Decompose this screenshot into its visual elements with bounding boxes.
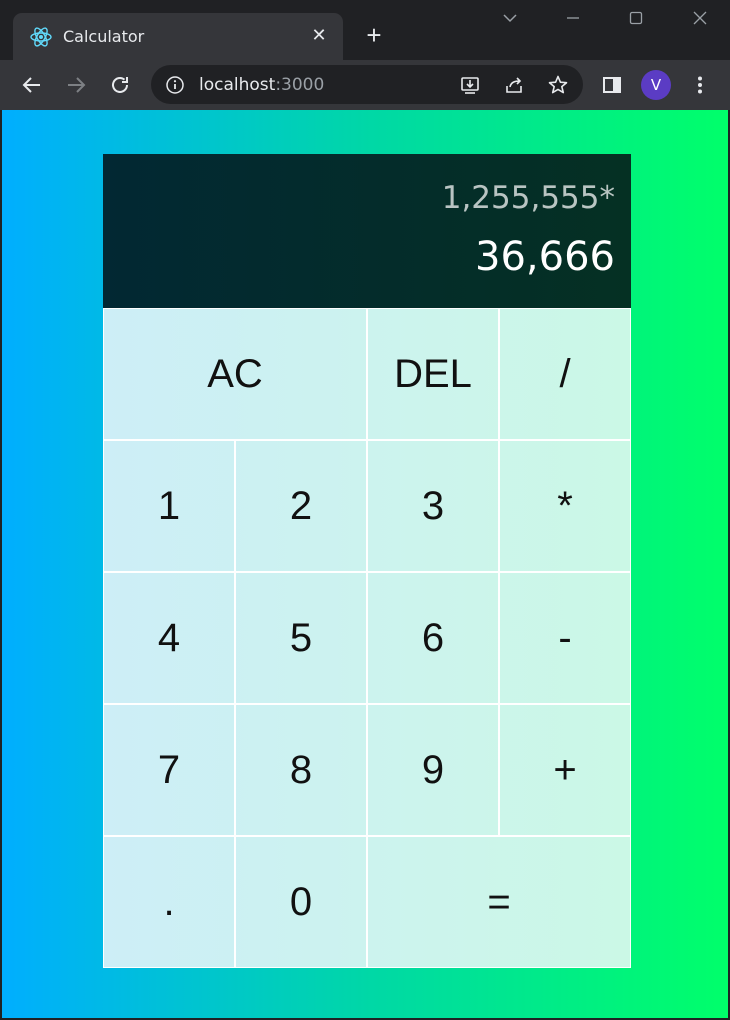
forward-arrow-icon[interactable] [62,71,90,99]
subtract-button[interactable]: - [499,572,631,704]
tab-strip: Calculator ✕ + [0,0,730,60]
digit-7-button[interactable]: 7 [103,704,235,836]
tab-calculator[interactable]: Calculator ✕ [13,13,343,60]
page-viewport: 1,255,555* 36,666 AC DEL / 1 2 3 * 4 5 6… [2,110,728,1018]
delete-button[interactable]: DEL [367,308,499,440]
url-text: localhost:3000 [199,75,324,95]
equals-button[interactable]: = [367,836,631,968]
reload-icon[interactable] [106,71,134,99]
multiply-button[interactable]: * [499,440,631,572]
side-panel-icon[interactable] [598,71,626,99]
digit-9-button[interactable]: 9 [367,704,499,836]
maximize-icon[interactable] [618,8,654,36]
bookmark-star-icon[interactable] [544,71,572,99]
digit-5-button[interactable]: 5 [235,572,367,704]
close-window-icon[interactable] [682,8,718,36]
digit-8-button[interactable]: 8 [235,704,367,836]
more-menu-icon[interactable] [686,71,714,99]
decimal-button[interactable]: . [103,836,235,968]
share-icon[interactable] [500,71,528,99]
digit-0-button[interactable]: 0 [235,836,367,968]
close-tab-icon[interactable]: ✕ [307,23,331,47]
keypad: AC DEL / 1 2 3 * 4 5 6 - 7 8 9 + . 0 = [103,308,631,968]
tab-search-chevron-icon[interactable] [492,8,528,36]
all-clear-button[interactable]: AC [103,308,367,440]
add-button[interactable]: + [499,704,631,836]
new-tab-button[interactable]: + [360,22,388,50]
digit-6-button[interactable]: 6 [367,572,499,704]
digit-1-button[interactable]: 1 [103,440,235,572]
divide-button[interactable]: / [499,308,631,440]
browser-toolbar: localhost:3000 V [0,60,730,110]
react-logo-icon [30,27,52,47]
calculator: 1,255,555* 36,666 AC DEL / 1 2 3 * 4 5 6… [103,154,631,968]
digit-2-button[interactable]: 2 [235,440,367,572]
calculator-display: 1,255,555* 36,666 [103,154,631,308]
url-port: :3000 [275,75,325,95]
current-operand: 36,666 [475,234,615,280]
browser-window: Calculator ✕ + localhost:3000 V 1,255,55… [0,0,730,1020]
digit-4-button[interactable]: 4 [103,572,235,704]
back-arrow-icon[interactable] [18,71,46,99]
digit-3-button[interactable]: 3 [367,440,499,572]
previous-operand: 1,255,555* [441,180,615,216]
site-info-icon[interactable] [165,75,185,95]
tab-title: Calculator [63,27,145,46]
minimize-icon[interactable] [555,8,591,36]
url-host: localhost [199,75,276,95]
profile-avatar[interactable]: V [641,70,671,100]
install-app-icon[interactable] [456,71,484,99]
